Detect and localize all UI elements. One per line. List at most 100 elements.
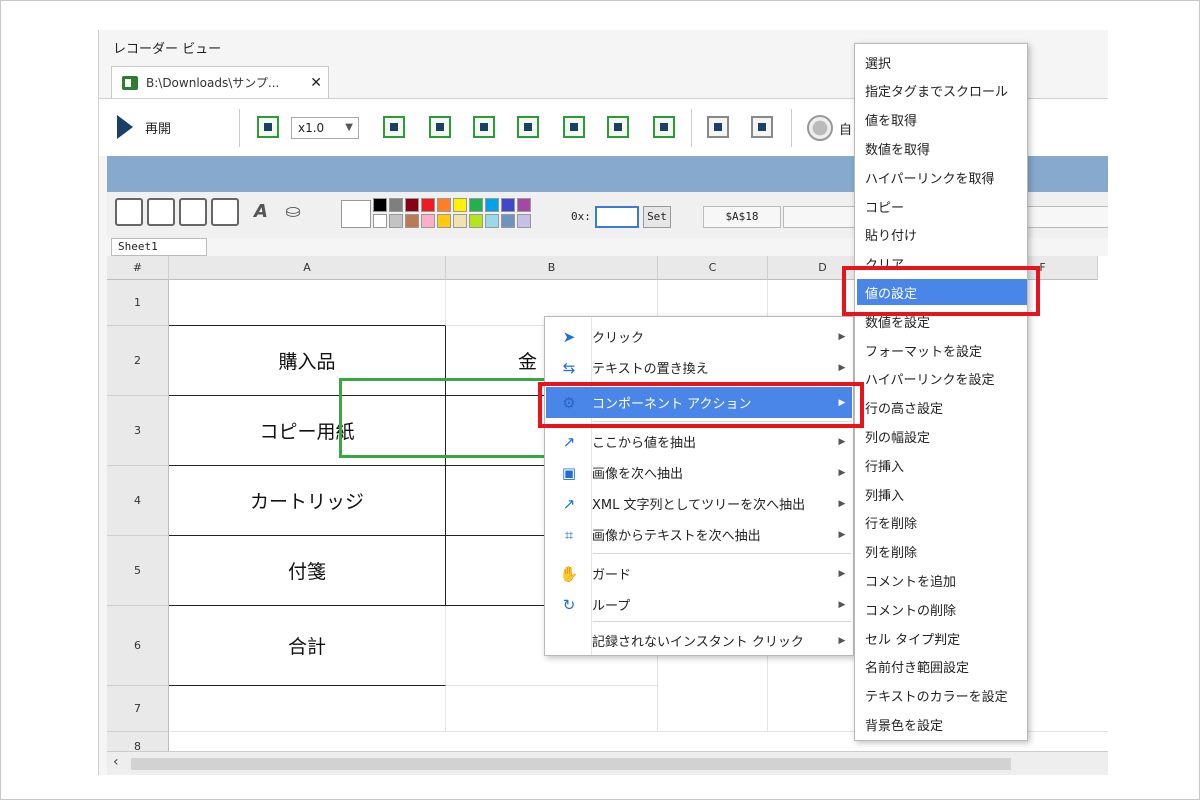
move-down-icon[interactable] [517, 116, 539, 138]
submenu-item[interactable]: コメントの削除 [857, 596, 1027, 622]
row-header[interactable]: 7 [107, 686, 169, 732]
color-swatch[interactable] [517, 214, 531, 228]
copy-icon[interactable] [179, 198, 207, 226]
arrow-up-icon[interactable] [563, 116, 585, 138]
row-header[interactable]: 2 [107, 326, 169, 396]
cell-b7[interactable] [446, 686, 658, 732]
row-header[interactable]: 6 [107, 606, 169, 686]
submenu-item[interactable]: 行を削除 [857, 510, 1027, 536]
paste-icon[interactable] [211, 198, 239, 226]
context-menu-item[interactable]: ↗ XML 文字列としてツリーを次へ抽出 ▶ [546, 488, 852, 519]
submenu-item[interactable]: 列挿入 [857, 481, 1027, 507]
horizontal-scrollbar[interactable]: ‹ [107, 751, 1108, 775]
context-menu-item[interactable]: ↗ ここから値を抽出 ▶ [546, 426, 852, 457]
column-header-c[interactable]: C [658, 256, 768, 280]
submenu-item[interactable]: 行の高さ設定 [857, 395, 1027, 421]
row-header[interactable]: 3 [107, 396, 169, 466]
color-swatch[interactable] [437, 214, 451, 228]
color-swatch[interactable] [421, 214, 435, 228]
submenu-item[interactable]: テキストのカラーを設定 [857, 683, 1027, 709]
font-icon[interactable]: A [247, 198, 275, 226]
context-menu-item[interactable]: ✋ ガード ▶ [546, 558, 852, 589]
resume-button[interactable]: 再開 [117, 115, 171, 139]
color-palette[interactable] [373, 198, 531, 228]
document-tab[interactable]: B:\Downloads\サンプ... ✕ [111, 66, 329, 98]
column-header-a[interactable]: A [169, 256, 446, 280]
color-swatch[interactable] [437, 198, 451, 212]
submenu-item[interactable]: コメントを追加 [857, 567, 1027, 593]
cell-a5[interactable]: 付箋 [169, 536, 446, 606]
submenu-item[interactable]: ハイパーリンクを設定 [857, 366, 1027, 392]
context-menu-item[interactable]: ➤ クリック ▶ [546, 321, 852, 352]
color-swatch[interactable] [453, 214, 467, 228]
color-swatch[interactable] [469, 214, 483, 228]
color-swatch[interactable] [421, 198, 435, 212]
submenu-item[interactable]: 指定タグまでスクロール [857, 78, 1027, 104]
record-icon[interactable] [807, 115, 833, 141]
submenu-item[interactable]: 列の幅設定 [857, 423, 1027, 449]
move-down-right-icon[interactable] [473, 116, 495, 138]
context-menu-item[interactable]: ▣ 画像を次へ抽出 ▶ [546, 457, 852, 488]
cell-reference-field[interactable]: $A$18 [703, 206, 781, 228]
submenu-item[interactable]: 列を削除 [857, 539, 1027, 565]
submenu-item[interactable]: フォーマットを設定 [857, 337, 1027, 363]
row-header[interactable]: 1 [107, 280, 169, 326]
submenu-item[interactable]: ハイパーリンクを取得 [857, 164, 1027, 190]
color-swatch[interactable] [389, 214, 403, 228]
cell-a1[interactable] [169, 280, 446, 326]
color-swatch[interactable] [485, 214, 499, 228]
submenu-item[interactable]: 名前付き範囲設定 [857, 654, 1027, 680]
save-icon[interactable] [115, 198, 143, 226]
close-icon[interactable]: ✕ [310, 75, 322, 91]
cell-a6[interactable]: 合計 [169, 606, 446, 686]
set-button[interactable]: Set [643, 206, 671, 228]
move-up-icon[interactable] [429, 116, 451, 138]
window-capture-icon[interactable] [707, 116, 729, 138]
submenu-item[interactable]: 背景色を設定 [857, 711, 1027, 737]
fill-bucket-icon[interactable]: ⛀ [279, 198, 307, 226]
move-up-left-icon[interactable] [383, 116, 405, 138]
color-swatch[interactable] [453, 198, 467, 212]
submenu-item[interactable]: 貼り付け [857, 222, 1027, 248]
cell-a7[interactable] [169, 686, 446, 732]
submenu-item[interactable]: 数値を取得 [857, 135, 1027, 161]
window-switch-icon[interactable] [751, 116, 773, 138]
submenu-item[interactable]: 値を取得 [857, 107, 1027, 133]
context-menu-item[interactable]: ⇆ テキストの置き換え ▶ [546, 352, 852, 383]
row-header[interactable]: 5 [107, 536, 169, 606]
save-as-icon[interactable] [147, 198, 175, 226]
submenu-item[interactable]: 選択 [857, 49, 1027, 75]
corner-header[interactable]: # [107, 256, 169, 280]
resume-label: 再開 [145, 121, 172, 137]
column-header-b[interactable]: B [446, 256, 658, 280]
color-swatch[interactable] [373, 198, 387, 212]
arrow-down-icon[interactable] [607, 116, 629, 138]
submenu-item[interactable]: コピー [857, 193, 1027, 219]
color-swatch[interactable] [485, 198, 499, 212]
context-menu-item[interactable]: ↻ ループ ▶ [546, 589, 852, 620]
color-swatch[interactable] [501, 214, 515, 228]
submenu-item[interactable]: 行挿入 [857, 452, 1027, 478]
document-icon[interactable] [653, 116, 675, 138]
color-swatch[interactable] [389, 198, 403, 212]
color-swatch[interactable] [405, 198, 419, 212]
sheet-tab[interactable]: Sheet1 [111, 238, 207, 256]
submenu-item[interactable]: セル タイプ判定 [857, 625, 1027, 651]
speed-select[interactable]: x1.0 ▼ [291, 117, 359, 139]
color-swatch[interactable] [501, 198, 515, 212]
offset-input[interactable] [595, 206, 639, 228]
color-swatch[interactable] [405, 214, 419, 228]
scrollbar-thumb[interactable] [131, 758, 1011, 770]
cell-a4[interactable]: カートリッジ [169, 466, 446, 536]
chevron-right-icon: ▶ [838, 498, 846, 509]
color-swatch[interactable] [469, 198, 483, 212]
color-swatch[interactable] [373, 214, 387, 228]
current-color-swatch[interactable] [341, 200, 371, 228]
row-header[interactable]: 4 [107, 466, 169, 536]
context-menu-item[interactable]: 記録されないインスタント クリック ▶ [546, 625, 852, 656]
row-header[interactable]: 8 [107, 732, 169, 751]
chevron-left-icon[interactable]: ‹ [113, 754, 119, 770]
context-menu-item[interactable]: ⌗ 画像からテキストを次へ抽出 ▶ [546, 519, 852, 550]
color-swatch[interactable] [517, 198, 531, 212]
speed-icon[interactable] [257, 116, 279, 138]
